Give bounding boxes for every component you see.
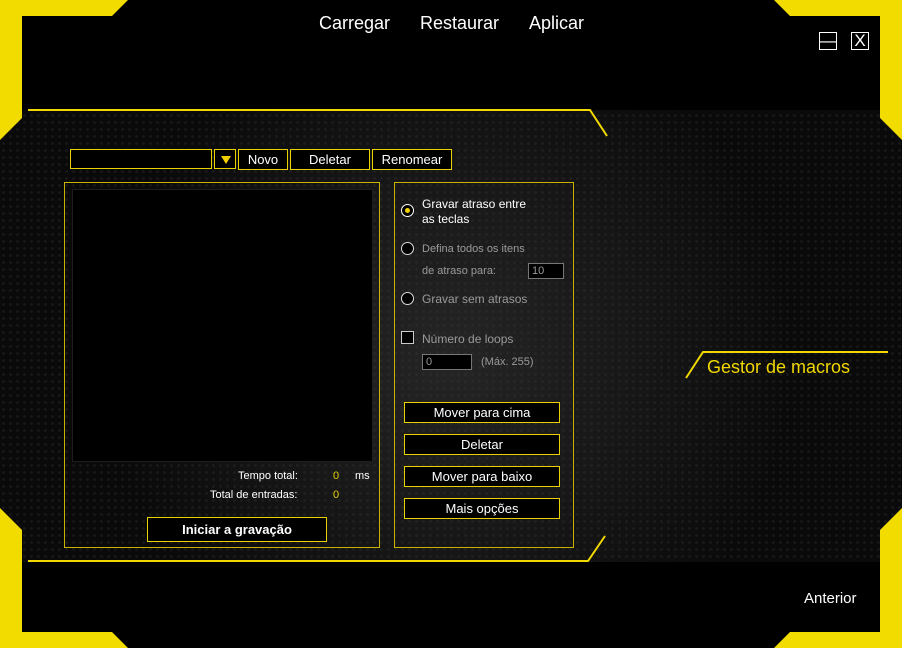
delete-macro-button[interactable]: Deletar	[290, 149, 370, 170]
corner-bottom-right	[774, 508, 902, 648]
delete-entry-button[interactable]: Deletar	[404, 434, 560, 455]
corner-top-right	[774, 0, 902, 140]
macro-event-list[interactable]	[72, 189, 373, 462]
move-down-button[interactable]: Mover para baixo	[404, 466, 560, 487]
total-time-label: Tempo total:	[238, 470, 298, 482]
corner-top-left	[0, 0, 128, 140]
record-delay-label-line2: as teclas	[422, 212, 470, 226]
set-delay-label-line1: Defina todos os itens	[422, 243, 525, 255]
no-delay-label: Gravar sem atrasos	[422, 292, 528, 306]
rename-macro-button[interactable]: Renomear	[372, 149, 452, 170]
total-entries-label: Total de entradas:	[210, 489, 298, 501]
total-entries-value: 0	[333, 489, 340, 501]
delay-value-input[interactable]: 10	[528, 263, 564, 279]
more-options-button[interactable]: Mais opções	[404, 498, 560, 519]
restore-menu-button[interactable]: Restaurar	[420, 13, 499, 34]
loops-count-input[interactable]: 0	[422, 354, 472, 370]
set-delay-radio[interactable]	[401, 242, 414, 255]
macro-select-dropdown-button[interactable]	[214, 149, 236, 169]
record-delay-option-label: Gravar atraso entre as teclas	[422, 197, 526, 227]
record-delay-radio[interactable]	[401, 204, 414, 217]
no-delay-radio[interactable]	[401, 292, 414, 305]
close-button[interactable]: X	[851, 31, 869, 50]
apply-menu-button[interactable]: Aplicar	[529, 13, 584, 34]
loops-max-hint: (Máx. 255)	[481, 356, 534, 368]
macro-select[interactable]	[70, 149, 212, 169]
minimize-icon: —	[820, 31, 837, 50]
header-divider-line	[28, 109, 608, 137]
loops-label: Número de loops	[422, 332, 514, 346]
back-button[interactable]: Anterior	[804, 590, 857, 607]
chevron-down-icon	[221, 156, 231, 164]
set-delay-label-line2: de atraso para:	[422, 265, 496, 277]
record-delay-label-line1: Gravar atraso entre	[422, 197, 527, 211]
move-up-button[interactable]: Mover para cima	[404, 402, 560, 423]
section-title: Gestor de macros	[707, 357, 851, 377]
start-recording-button[interactable]: Iniciar a gravação	[147, 517, 327, 542]
close-icon: X	[854, 31, 866, 50]
total-time-unit: ms	[355, 470, 370, 482]
minimize-button[interactable]: —	[819, 31, 837, 50]
load-menu-button[interactable]: Carregar	[319, 13, 390, 34]
new-macro-button[interactable]: Novo	[238, 149, 288, 170]
total-time-value: 0	[333, 470, 340, 482]
loops-checkbox[interactable]	[401, 331, 414, 344]
